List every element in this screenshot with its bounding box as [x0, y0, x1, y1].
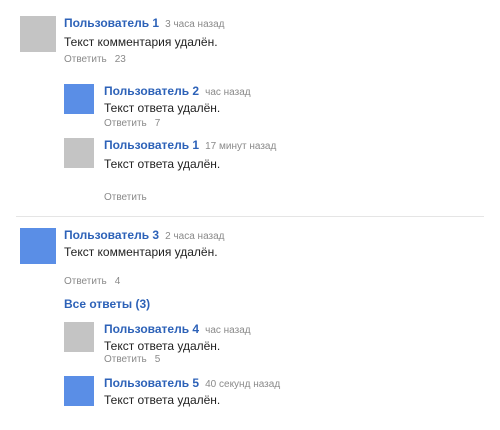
- comment-author[interactable]: Пользователь 2 час назад: [104, 84, 251, 98]
- avatar[interactable]: [64, 138, 94, 168]
- comment-text: Текст ответа удалён.: [104, 393, 221, 407]
- avatar[interactable]: [20, 228, 56, 264]
- comment-actions[interactable]: Ответить 7: [104, 118, 168, 129]
- divider: [16, 216, 484, 217]
- show-replies-link[interactable]: Все ответы (3): [64, 297, 150, 311]
- comment-author[interactable]: Пользователь 1 17 минут назад: [104, 138, 276, 152]
- comment-text: Текст ответа удалён.: [104, 339, 221, 353]
- avatar[interactable]: [64, 322, 94, 352]
- comment-author[interactable]: Пользователь 13 часа назад: [64, 16, 225, 30]
- avatar[interactable]: [64, 376, 94, 406]
- avatar[interactable]: [64, 84, 94, 114]
- comment-actions[interactable]: Ответить: [104, 192, 155, 203]
- comment-author[interactable]: Пользователь 4 час назад: [104, 322, 251, 336]
- comment-actions[interactable]: Ответить 4: [64, 276, 128, 287]
- comment-actions[interactable]: Ответить 5: [104, 354, 168, 365]
- comment-text: Текст ответа удалён.: [104, 101, 221, 115]
- comment-text: Текст комментария удалён.: [64, 35, 218, 49]
- comment-author[interactable]: Пользователь 32 часа назад: [64, 228, 225, 242]
- avatar[interactable]: [20, 16, 56, 52]
- comment-text: Текст ответа удалён.: [104, 157, 221, 171]
- comment-author[interactable]: Пользователь 5 40 секунд назад: [104, 376, 280, 390]
- comment-actions[interactable]: Ответить 23: [64, 54, 134, 65]
- comment-text: Текст комментария удалён.: [64, 245, 218, 259]
